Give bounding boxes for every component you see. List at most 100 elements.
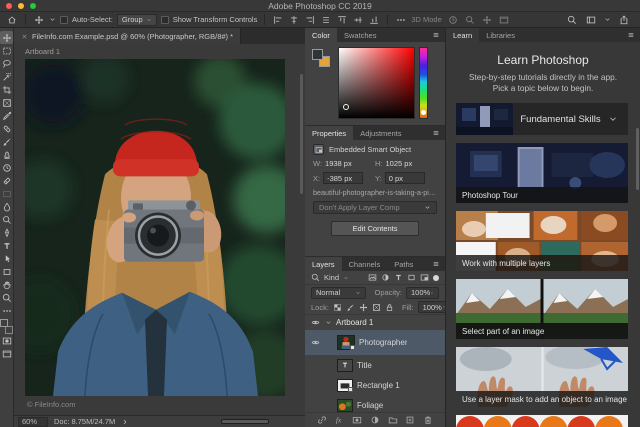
artboard-label[interactable]: Artboard 1 <box>25 47 60 56</box>
layer-comp-dropdown[interactable]: Don't Apply Layer Comp <box>313 201 437 214</box>
align-bottom-icon[interactable] <box>368 14 380 26</box>
filter-type-layers-icon[interactable] <box>394 273 403 282</box>
y-position-input[interactable]: 0 px <box>384 172 425 184</box>
clone-stamp-tool[interactable] <box>0 148 13 161</box>
tutorial-card-layer-mask[interactable]: Use a layer mask to add an object to an … <box>456 347 628 408</box>
chevron-down-icon[interactable] <box>608 103 628 135</box>
layer-thumbnail[interactable] <box>337 398 353 412</box>
panel-menu-icon[interactable] <box>432 126 445 140</box>
tutorial-card-partial[interactable] <box>456 415 628 427</box>
tutorial-card-photoshop-tour[interactable]: Photoshop Tour <box>456 143 628 204</box>
filter-toggle[interactable] <box>433 274 439 281</box>
filter-smart-objects-icon[interactable] <box>420 273 429 282</box>
align-middle-icon[interactable] <box>352 14 364 26</box>
blend-mode-dropdown[interactable]: Normal <box>311 286 367 299</box>
document-tab[interactable]: FileInfo.com Example.psd @ 60% (Photogra… <box>14 28 242 44</box>
new-group-icon[interactable] <box>388 415 398 425</box>
align-top-icon[interactable] <box>336 14 348 26</box>
eraser-tool[interactable] <box>0 174 13 187</box>
blur-tool[interactable] <box>0 200 13 213</box>
delete-layer-icon[interactable] <box>423 415 433 425</box>
close-tab-icon[interactable] <box>21 33 28 40</box>
align-left-icon[interactable] <box>272 14 284 26</box>
canvas-horizontal-scrollbar[interactable] <box>135 419 301 424</box>
search-icon[interactable] <box>566 14 578 26</box>
type-tool[interactable] <box>0 239 13 252</box>
color-marker[interactable] <box>343 104 349 110</box>
collapse-chevron-icon[interactable] <box>325 319 332 326</box>
foreground-color-swatch[interactable] <box>312 49 323 60</box>
zoom-level-field[interactable]: 60% <box>18 416 48 427</box>
layer-row-photographer[interactable]: Photographer <box>305 330 445 355</box>
tab-properties[interactable]: Properties <box>305 126 354 140</box>
lock-position-icon[interactable] <box>359 303 368 312</box>
workspace-switcher-icon[interactable] <box>585 14 597 26</box>
filter-adjustment-layers-icon[interactable] <box>381 273 390 282</box>
visibility-eye-icon[interactable] <box>309 318 321 327</box>
rectangle-tool[interactable] <box>0 265 13 278</box>
eyedropper-tool[interactable] <box>0 109 13 122</box>
width-value[interactable]: 1938 px <box>325 159 352 168</box>
height-value[interactable]: 1025 px <box>386 159 413 168</box>
x-position-input[interactable]: -385 px <box>323 172 364 184</box>
home-icon[interactable] <box>6 14 18 26</box>
panel-menu-icon[interactable] <box>627 28 640 42</box>
layer-thumbnail[interactable] <box>337 335 355 350</box>
tab-layers[interactable]: Layers <box>305 257 342 271</box>
lock-transparent-icon[interactable] <box>333 303 342 312</box>
hue-slider[interactable] <box>419 47 428 119</box>
foreground-color-swatch[interactable] <box>0 319 8 327</box>
tool-preset-chevron-icon[interactable] <box>49 14 56 26</box>
quick-mask-button[interactable] <box>0 334 13 347</box>
lock-all-icon[interactable] <box>385 303 394 312</box>
quick-selection-tool[interactable] <box>0 70 13 83</box>
add-layer-mask-icon[interactable] <box>352 415 362 425</box>
workspace-chevron-icon[interactable] <box>604 14 611 26</box>
tab-adjustments[interactable]: Adjustments <box>353 126 408 140</box>
tutorial-card-multiple-layers[interactable]: Work with multiple layers <box>456 211 628 272</box>
edit-toolbar-icon[interactable] <box>0 304 13 317</box>
move-tool[interactable] <box>0 31 13 44</box>
adjustment-layer-icon[interactable] <box>370 415 380 425</box>
tab-libraries[interactable]: Libraries <box>479 28 522 42</box>
lock-artboard-icon[interactable] <box>372 303 381 312</box>
chevron-down-icon[interactable] <box>343 275 349 281</box>
zoom-tool[interactable] <box>0 291 13 304</box>
distribute-icon[interactable] <box>320 14 332 26</box>
align-right-icon[interactable] <box>304 14 316 26</box>
align-center-icon[interactable] <box>288 14 300 26</box>
filter-kind-dropdown[interactable]: Kind <box>324 273 339 282</box>
frame-tool[interactable] <box>0 96 13 109</box>
tab-channels[interactable]: Channels <box>342 257 388 271</box>
background-color-swatch[interactable] <box>5 326 13 334</box>
tab-swatches[interactable]: Swatches <box>337 28 384 42</box>
canvas-pasteboard[interactable]: Artboard 1 © FileInfo.com <box>14 44 305 415</box>
healing-brush-tool[interactable] <box>0 122 13 135</box>
tab-learn[interactable]: Learn <box>446 28 480 42</box>
canvas-vertical-scrollbar[interactable] <box>300 74 303 194</box>
auto-select-target-dropdown[interactable]: Group <box>116 13 157 26</box>
layer-row-artboard[interactable]: Artboard 1 <box>305 315 445 330</box>
screen-mode-button[interactable] <box>0 347 13 360</box>
learn-scrollbar[interactable] <box>636 128 639 190</box>
lasso-tool[interactable] <box>0 57 13 70</box>
panel-menu-icon[interactable] <box>432 28 445 42</box>
share-icon[interactable] <box>618 14 630 26</box>
layer-row-foliage[interactable]: Foliage <box>305 395 445 412</box>
edit-contents-button[interactable]: Edit Contents <box>331 221 419 236</box>
fill-input[interactable]: 100% <box>417 301 445 313</box>
dodge-tool[interactable] <box>0 213 13 226</box>
hue-marker[interactable] <box>421 110 426 115</box>
layer-thumbnail[interactable] <box>337 358 353 372</box>
new-layer-icon[interactable] <box>405 415 415 425</box>
tab-color[interactable]: Color <box>305 28 337 42</box>
show-transform-checkbox[interactable] <box>160 15 169 24</box>
opacity-input[interactable]: 100% <box>406 286 439 299</box>
color-swatches[interactable] <box>0 319 13 334</box>
filter-pixel-layers-icon[interactable] <box>368 273 377 282</box>
scrollbar-thumb[interactable] <box>221 419 270 424</box>
filter-shape-layers-icon[interactable] <box>407 273 416 282</box>
layer-row-rectangle[interactable]: Rectangle 1 <box>305 375 445 395</box>
link-layers-icon[interactable] <box>317 415 327 425</box>
marquee-tool[interactable] <box>0 44 13 57</box>
